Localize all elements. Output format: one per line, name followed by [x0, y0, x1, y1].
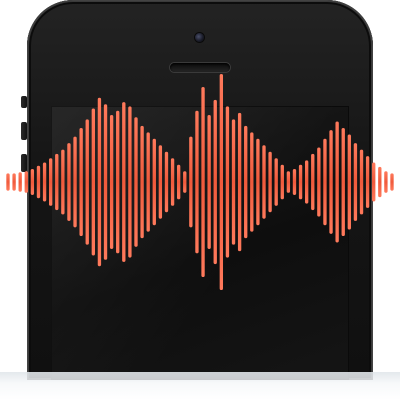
waveform-bar: [183, 171, 187, 193]
waveform-bar: [152, 138, 156, 226]
waveform-bar: [365, 156, 370, 208]
waveform-bar: [201, 86, 205, 278]
waveform-bar: [311, 153, 315, 211]
waveform-bar: [55, 153, 59, 211]
waveform-bar: [286, 171, 291, 193]
waveform-bar: [219, 74, 224, 290]
waveform-bar: [250, 132, 254, 232]
waveform-bar: [18, 172, 22, 192]
waveform-bar: [292, 169, 297, 195]
waveform-bar: [213, 99, 217, 265]
waveform-bar: [280, 164, 284, 200]
waveform-bar: [359, 149, 364, 215]
waveform-bar: [341, 128, 345, 236]
waveform-bar: [122, 102, 126, 262]
waveform-bar: [30, 169, 35, 195]
waveform-bar: [109, 115, 114, 249]
waveform-bar: [36, 165, 41, 199]
waveform-bar: [323, 138, 327, 226]
waveform-bar: [67, 143, 71, 221]
waveform-bar: [378, 166, 382, 198]
waveform-bar: [176, 164, 181, 200]
waveform-bar: [97, 97, 102, 267]
waveform-bar: [347, 134, 352, 230]
waveform-bar: [91, 108, 96, 256]
waveform-bar: [6, 173, 10, 191]
waveform-bar: [158, 145, 163, 219]
waveform-bar: [207, 115, 211, 249]
waveform-bar: [116, 110, 120, 254]
waveform-bar: [79, 128, 83, 236]
waveform-bar: [128, 106, 132, 258]
waveform-bar: [298, 164, 303, 200]
waveform-bar: [390, 173, 394, 191]
hero-illustration: [0, 0, 400, 400]
waveform-bar: [353, 143, 358, 221]
waveform-bar: [268, 151, 272, 213]
waveform-bar: [164, 151, 169, 213]
waveform-bar: [384, 171, 388, 193]
waveform-bar: [244, 125, 248, 239]
waveform-bar: [170, 158, 175, 206]
waveform-bar: [372, 162, 376, 202]
waveform-bar: [274, 158, 278, 206]
waveform-bar: [48, 158, 53, 206]
waveform-bar: [304, 160, 309, 204]
waveform-bar: [42, 162, 47, 202]
waveform-bar: [134, 117, 138, 247]
waveform-bar: [329, 130, 333, 234]
waveform-bar: [61, 149, 65, 215]
waveform-bar: [103, 104, 108, 260]
waveform-bar: [73, 136, 77, 228]
waveform-bar: [256, 138, 260, 226]
waveform-bar: [237, 112, 242, 252]
waveform-bar: [146, 132, 150, 232]
waveform-bar: [85, 119, 89, 245]
waveform-bar: [140, 125, 144, 239]
waveform-bar: [262, 145, 266, 219]
waveform-bar: [225, 106, 230, 258]
audio-waveform: [6, 74, 394, 290]
waveform-bar: [12, 173, 16, 191]
waveform-bar: [189, 136, 193, 228]
waveform-bar: [231, 119, 236, 245]
waveform-bar: [317, 147, 321, 217]
waveform-bar: [24, 171, 28, 193]
waveform-bar: [335, 121, 339, 243]
waveform-bar: [195, 110, 199, 254]
